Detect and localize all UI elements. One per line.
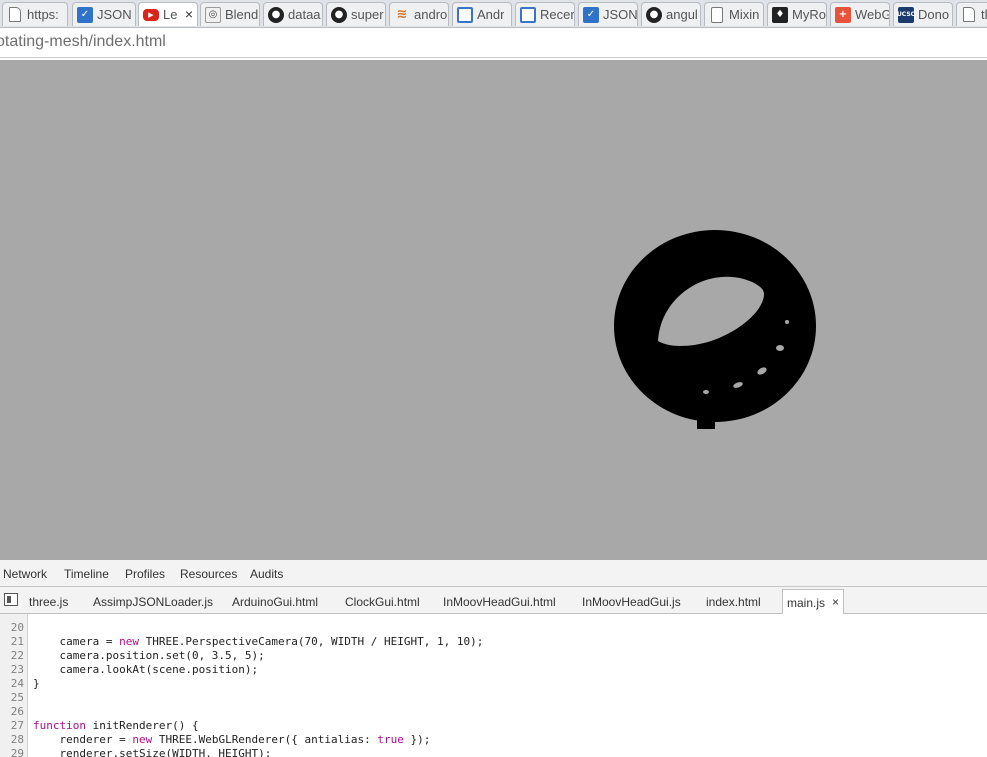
browser-tab[interactable]: https: — [2, 2, 68, 26]
browser-tab[interactable]: ♦ MyRo — [767, 2, 827, 26]
tab-title: MyRo — [792, 7, 826, 22]
tab-title: Recer — [540, 7, 574, 22]
tab-title: Blend — [225, 7, 259, 22]
file-tab[interactable]: AssimpJSONLoader.js — [93, 595, 213, 609]
tab-title: andro — [414, 7, 448, 22]
browser-tab[interactable]: ✓ JSON — [578, 2, 638, 26]
stackoverflow-icon: ≋ — [396, 6, 408, 22]
browser-tab[interactable]: Andr — [452, 2, 512, 26]
youtube-icon: ▶ — [143, 8, 159, 21]
panel-tab-audits[interactable]: Audits — [250, 567, 283, 581]
code-line: 27 renderer = new THREE.WebGLRenderer({ … — [0, 705, 987, 746]
check-icon: ✓ — [583, 6, 599, 23]
bottle-icon: ♦ — [772, 6, 788, 23]
browser-tab[interactable]: ● angul — [641, 2, 701, 26]
browser-tab[interactable]: Recer — [515, 2, 575, 26]
webgl-viewport[interactable] — [0, 60, 987, 559]
rotating-mesh — [614, 230, 816, 429]
file-tab-label: main.js — [787, 596, 826, 610]
tab-title: super — [351, 7, 384, 22]
file-tab[interactable]: InMoovHeadGui.html — [443, 595, 556, 609]
browser-tab[interactable]: ● super — [326, 2, 386, 26]
browser-tab-active[interactable]: ▶ Le × — [138, 2, 198, 26]
devtools-panel-toolbar: Network Timeline Profiles Resources Audi… — [0, 559, 987, 587]
github-icon: ● — [268, 6, 284, 23]
page-icon — [9, 7, 21, 22]
trello-icon — [457, 6, 473, 23]
tab-title: JSON — [603, 7, 637, 22]
tab-title: th — [981, 7, 987, 22]
webgl-canvas[interactable] — [0, 60, 987, 559]
github-icon: ● — [331, 6, 347, 23]
panel-tab-resources[interactable]: Resources — [180, 567, 237, 581]
file-tab[interactable]: ArduinoGui.html — [232, 595, 318, 609]
close-file-icon[interactable]: × — [832, 595, 839, 609]
navigator-toggle-icon[interactable] — [4, 593, 18, 606]
tab-title: Mixin — [729, 7, 760, 22]
file-tab-active[interactable]: main.js × — [782, 589, 845, 614]
browser-tab[interactable]: UCSC Dono — [893, 2, 953, 26]
cross-icon: + — [835, 6, 851, 23]
browser-tab[interactable]: Mixin — [704, 2, 764, 26]
tab-title: Andr — [477, 7, 505, 22]
url-text[interactable]: otating-mesh/index.html — [0, 33, 166, 51]
code-line: 20 camera = new THREE.PerspectiveCamera(… — [0, 614, 987, 648]
file-tab[interactable]: index.html — [706, 595, 761, 609]
file-tab[interactable]: InMoovHeadGui.js — [582, 595, 681, 609]
trello-icon — [520, 6, 536, 23]
code-line: 24 — [0, 663, 987, 690]
file-tab[interactable]: ClockGui.html — [345, 595, 420, 609]
tab-title: WebG — [855, 7, 889, 22]
browser-tab[interactable]: ● dataa — [263, 2, 323, 26]
code-editor[interactable]: 20 camera = new THREE.PerspectiveCamera(… — [0, 614, 987, 757]
file-tab[interactable]: three.js — [29, 595, 68, 609]
code-line: 29 } — [0, 733, 987, 757]
panel-tab-network[interactable]: Network — [3, 567, 47, 581]
code-line: 25 — [0, 677, 987, 704]
code-line: 30 — [0, 747, 987, 757]
tab-title: angul — [666, 7, 698, 22]
address-bar[interactable]: otating-mesh/index.html — [0, 28, 987, 58]
browser-tab[interactable]: ◎ Blend — [200, 2, 260, 26]
document-icon — [711, 6, 723, 23]
tab-title: https: — [27, 7, 59, 22]
browser-tab-strip: https: ✓ JSON ▶ Le × ◎ Blend ● dataa ● s… — [0, 0, 987, 28]
code-line: 22 camera.lookAt(scene.position); — [0, 635, 987, 676]
page-icon — [963, 7, 975, 22]
code-line: 26 function initRenderer() { — [0, 691, 987, 732]
panel-tab-profiles[interactable]: Profiles — [125, 567, 165, 581]
source-file-tabs: three.js AssimpJSONLoader.js ArduinoGui.… — [0, 587, 987, 614]
check-icon: ✓ — [77, 6, 93, 23]
blender-icon: ◎ — [205, 6, 221, 23]
ucsc-icon: UCSC — [897, 6, 915, 23]
tab-title: Dono — [918, 7, 950, 22]
browser-tab[interactable]: + WebG — [830, 2, 890, 26]
browser-tab[interactable]: th — [956, 2, 987, 26]
close-tab-icon[interactable]: × — [185, 6, 193, 22]
browser-tab[interactable]: ✓ JSON — [72, 2, 136, 26]
panel-tab-timeline[interactable]: Timeline — [64, 567, 109, 581]
browser-tab[interactable]: ≋ andro — [389, 2, 449, 26]
code-line: 23 } — [0, 649, 987, 690]
tab-title: Le — [163, 7, 178, 22]
code-line: 28 renderer.setSize(WIDTH, HEIGHT); — [0, 719, 987, 757]
github-icon: ● — [646, 6, 662, 23]
code-line: 21 camera.position.set(0, 3.5, 5); — [0, 621, 987, 662]
tab-title: dataa — [288, 7, 321, 22]
tab-title: JSON — [97, 7, 132, 22]
